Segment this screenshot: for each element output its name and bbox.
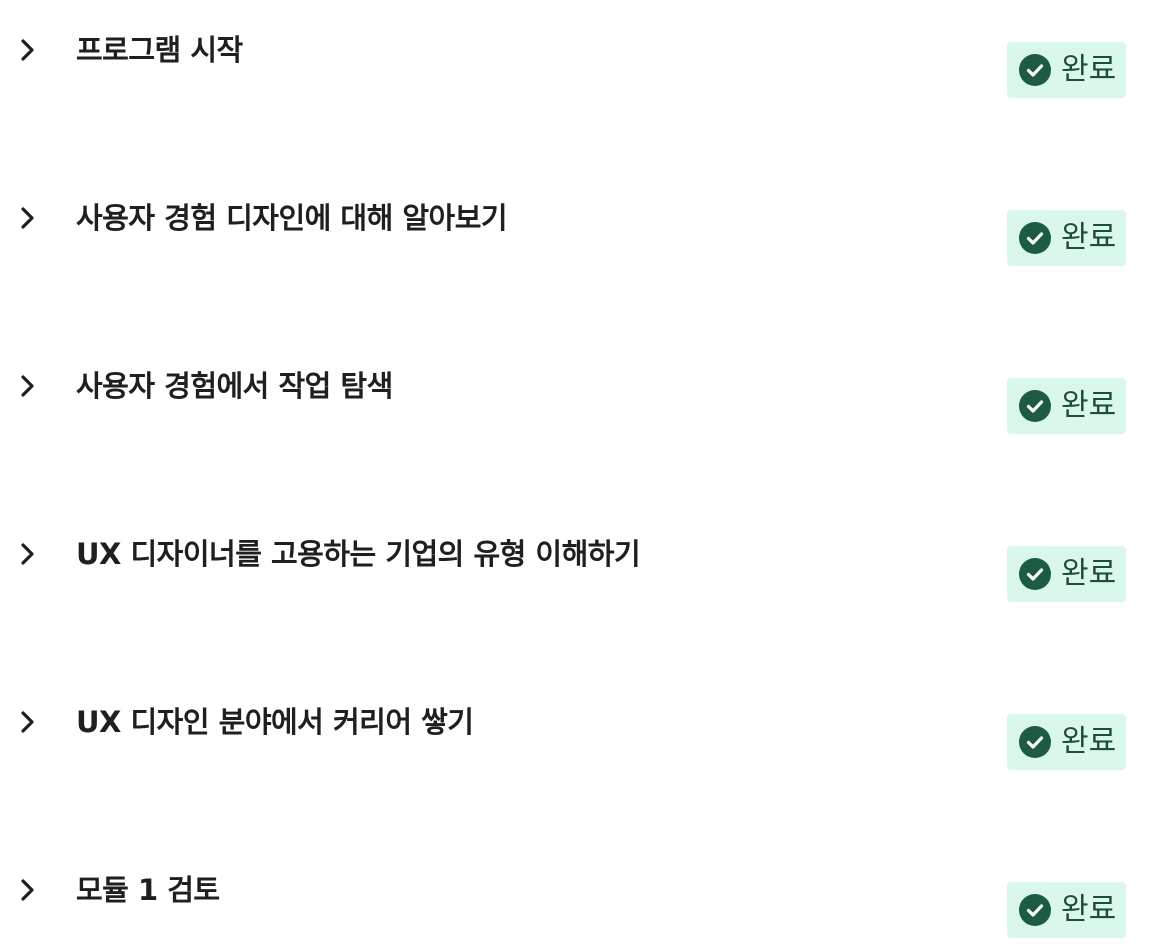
module-title: 사용자 경험 디자인에 대해 알아보기 <box>76 201 508 235</box>
status-badge: 완료 <box>1007 378 1126 434</box>
check-circle-icon <box>1019 894 1051 926</box>
check-circle-icon <box>1019 222 1051 254</box>
status-label: 완료 <box>1061 892 1117 927</box>
status-label: 완료 <box>1061 556 1117 591</box>
module-title: UX 디자이너를 고용하는 기업의 유형 이해하기 <box>76 537 641 571</box>
chevron-right-icon[interactable] <box>14 876 42 904</box>
module-list: 프로그램 시작 완료 사용자 경험 디자인에 대해 알아보기 완료 사용자 경험… <box>0 0 1160 938</box>
module-row[interactable]: UX 디자인 분야에서 커리어 쌓기 완료 <box>0 702 1160 782</box>
status-badge: 완료 <box>1007 42 1126 98</box>
status-badge: 완료 <box>1007 882 1126 938</box>
chevron-right-icon[interactable] <box>14 540 42 568</box>
status-label: 완료 <box>1061 220 1117 255</box>
check-circle-icon <box>1019 558 1051 590</box>
module-row[interactable]: 모듈 1 검토 완료 <box>0 870 1160 950</box>
status-badge: 완료 <box>1007 714 1126 770</box>
status-label: 완료 <box>1061 52 1117 87</box>
module-row[interactable]: UX 디자이너를 고용하는 기업의 유형 이해하기 완료 <box>0 534 1160 614</box>
chevron-right-icon[interactable] <box>14 372 42 400</box>
status-badge: 완료 <box>1007 546 1126 602</box>
chevron-right-icon[interactable] <box>14 36 42 64</box>
status-label: 완료 <box>1061 388 1117 423</box>
module-row[interactable]: 사용자 경험 디자인에 대해 알아보기 완료 <box>0 198 1160 278</box>
check-circle-icon <box>1019 726 1051 758</box>
module-title: 사용자 경험에서 작업 탐색 <box>76 369 393 403</box>
module-row[interactable]: 프로그램 시작 완료 <box>0 30 1160 110</box>
status-label: 완료 <box>1061 724 1117 759</box>
module-row[interactable]: 사용자 경험에서 작업 탐색 완료 <box>0 366 1160 446</box>
module-title: 프로그램 시작 <box>76 33 243 67</box>
check-circle-icon <box>1019 54 1051 86</box>
chevron-right-icon[interactable] <box>14 708 42 736</box>
module-title: 모듈 1 검토 <box>76 873 220 907</box>
module-title: UX 디자인 분야에서 커리어 쌓기 <box>76 705 474 739</box>
chevron-right-icon[interactable] <box>14 204 42 232</box>
status-badge: 완료 <box>1007 210 1126 266</box>
check-circle-icon <box>1019 390 1051 422</box>
